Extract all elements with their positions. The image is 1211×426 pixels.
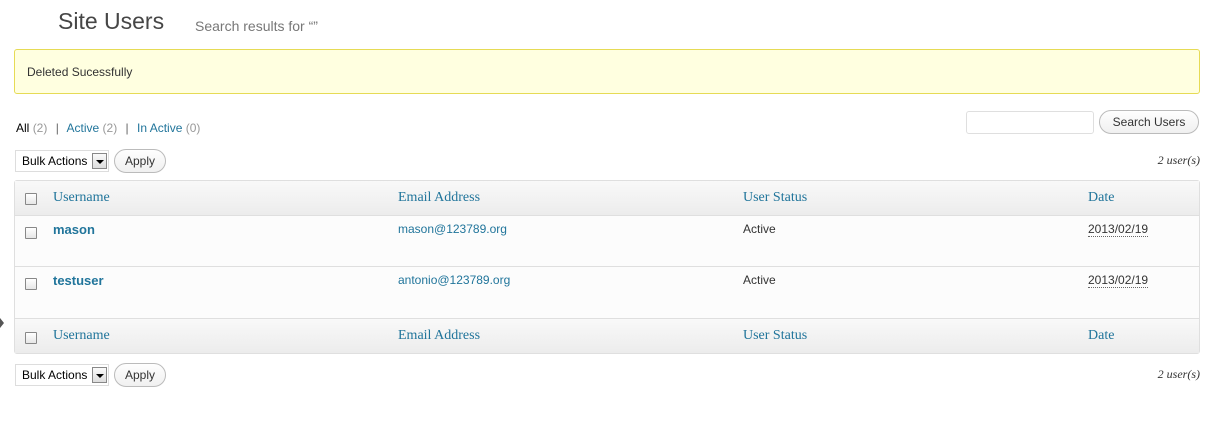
column-username[interactable]: Username <box>53 328 110 344</box>
chevron-down-icon[interactable] <box>92 367 107 383</box>
search-results-subtitle: Search results for “” <box>195 18 318 34</box>
select-all-checkbox[interactable] <box>25 332 37 344</box>
email-link[interactable]: mason@123789.org <box>398 222 507 236</box>
select-all-checkbox[interactable] <box>25 193 37 205</box>
filter-separator: | <box>125 121 129 135</box>
apply-button-bottom[interactable]: Apply <box>114 363 167 387</box>
username-link[interactable]: testuser <box>53 273 104 288</box>
column-status[interactable]: User Status <box>743 328 807 344</box>
bulk-actions-select-top[interactable]: Bulk Actions <box>15 150 109 172</box>
user-date: 2013/02/19 <box>1088 273 1149 288</box>
bulk-actions-selected: Bulk Actions <box>22 154 88 168</box>
success-notice: Deleted Sucessfully <box>14 49 1200 94</box>
filter-active[interactable]: Active <box>67 121 100 135</box>
email-link[interactable]: antonio@123789.org <box>398 273 510 287</box>
apply-button-top[interactable]: Apply <box>114 149 167 173</box>
search-users-button[interactable]: Search Users <box>1099 110 1199 134</box>
bulk-actions-selected: Bulk Actions <box>22 368 88 382</box>
filter-all-count: (2) <box>32 121 48 135</box>
user-count-top: 2 user(s) <box>1157 153 1200 167</box>
notice-text: Deleted Sucessfully <box>27 65 133 79</box>
users-table: Username Email Address User Status Date … <box>14 180 1200 354</box>
table-footer: Username Email Address User Status Date <box>15 318 1199 353</box>
column-date[interactable]: Date <box>1088 190 1114 206</box>
user-status: Active <box>743 222 776 236</box>
user-date: 2013/02/19 <box>1088 222 1149 237</box>
filter-active-count: (2) <box>102 121 118 135</box>
bulk-actions-select-bottom[interactable]: Bulk Actions <box>15 364 109 386</box>
user-status: Active <box>743 273 776 287</box>
column-username[interactable]: Username <box>53 190 110 206</box>
column-email[interactable]: Email Address <box>398 190 480 206</box>
username-link[interactable]: mason <box>53 222 95 237</box>
row-checkbox[interactable] <box>25 227 37 239</box>
filter-all[interactable]: All <box>16 121 29 135</box>
column-email[interactable]: Email Address <box>398 328 480 344</box>
table-row: testuser antonio@123789.org Active 2013/… <box>15 267 1199 318</box>
filter-separator: | <box>55 121 59 135</box>
search-input[interactable] <box>966 111 1094 134</box>
chevron-down-icon[interactable] <box>92 153 107 169</box>
table-header: Username Email Address User Status Date <box>15 181 1199 216</box>
user-count-bottom: 2 user(s) <box>1157 367 1200 381</box>
table-row: mason mason@123789.org Active 2013/02/19 <box>15 216 1199 267</box>
column-date[interactable]: Date <box>1088 328 1114 344</box>
column-status[interactable]: User Status <box>743 190 807 206</box>
collapse-arrow-icon[interactable] <box>0 318 4 328</box>
row-checkbox[interactable] <box>25 278 37 290</box>
page-title: Site Users <box>58 8 165 34</box>
status-filters: All (2) | Active (2) | In Active (0) <box>16 121 200 135</box>
filter-inactive-count: (0) <box>185 121 201 135</box>
filter-inactive[interactable]: In Active <box>137 121 182 135</box>
